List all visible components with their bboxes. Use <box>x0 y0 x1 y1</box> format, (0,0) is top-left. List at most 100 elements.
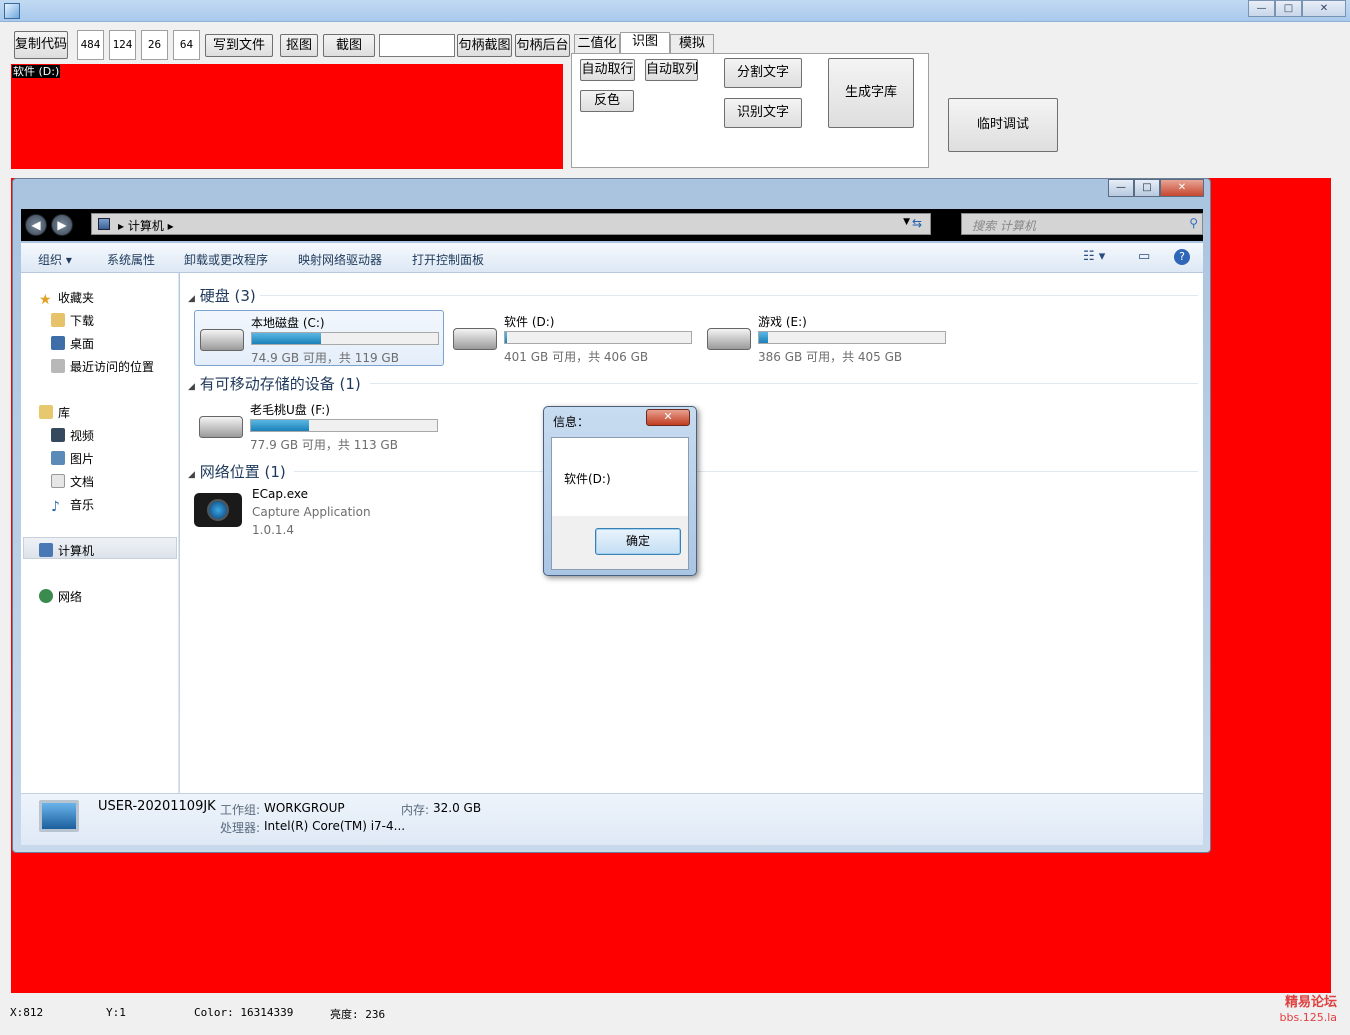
drive-f[interactable]: 老毛桃U盘 (F:) 77.9 GB 可用，共 113 GB <box>194 398 444 454</box>
nav-videos-label: 视频 <box>70 429 95 443</box>
explorer-window-controls: — □ ✕ <box>1108 179 1204 197</box>
nav-network[interactable]: 网络 <box>39 588 82 605</box>
hard-drive-icon <box>453 328 497 350</box>
drive-e[interactable]: 游戏 (E:) 386 GB 可用，共 405 GB <box>702 310 952 366</box>
star-icon: ★ <box>39 292 52 308</box>
width-field[interactable]: 26 <box>141 30 168 60</box>
preview-area: 软件 (D:) <box>11 64 563 169</box>
cmd-organize[interactable]: 组织 ▾ <box>38 251 72 268</box>
coord-x-field[interactable]: 484 <box>77 30 104 60</box>
preview-label: 软件 (D:) <box>12 65 61 78</box>
maximize-button[interactable]: □ <box>1275 0 1302 17</box>
cmd-uninstall[interactable]: 卸载或更改程序 <box>184 251 268 268</box>
collapse-icon[interactable]: ◢ <box>188 294 195 304</box>
invert-button[interactable]: 反色 <box>580 90 634 112</box>
recognize-text-button[interactable]: 识别文字 <box>724 98 802 128</box>
cutout-button[interactable]: 抠图 <box>280 34 318 57</box>
copy-code-button[interactable]: 复制代码 <box>14 31 68 59</box>
video-icon <box>51 428 65 442</box>
close-button[interactable]: ✕ <box>1302 0 1346 17</box>
handle-screenshot-button[interactable]: 句柄截图 <box>457 34 512 57</box>
help-icon[interactable]: ? <box>1174 249 1190 265</box>
search-icon[interactable]: ⚲ <box>1189 216 1198 230</box>
app-name: ECap.exe <box>252 487 309 501</box>
explorer-minimize-button[interactable]: — <box>1108 179 1134 197</box>
divider <box>294 471 1198 472</box>
search-box[interactable]: 搜索 计算机 ⚲ <box>961 213 1203 235</box>
view-options-icon[interactable]: ☷ ▾ <box>1083 249 1105 264</box>
address-bar[interactable]: ▸ 计算机 ▸ ▼ ⇆ <box>91 213 931 235</box>
drive-d-name: 软件 (D:) <box>504 315 555 329</box>
ok-button[interactable]: 确定 <box>595 528 681 555</box>
drive-d[interactable]: 软件 (D:) 401 GB 可用，共 406 GB <box>448 310 698 366</box>
nav-network-label: 网络 <box>58 590 83 604</box>
cmd-system-properties[interactable]: 系统属性 <box>107 251 155 268</box>
drive-c[interactable]: 本地磁盘 (C:) 74.9 GB 可用，共 119 GB <box>194 310 444 366</box>
nav-recent[interactable]: 最近访问的位置 <box>51 358 154 375</box>
preview-pane-icon[interactable]: ▭ <box>1138 249 1150 264</box>
network-icon <box>39 589 53 603</box>
generate-font-button[interactable]: 生成字库 <box>828 58 914 128</box>
watermark-line2: bbs.125.la <box>1279 1011 1337 1024</box>
group-removable-label: 有可移动存储的设备 (1) <box>199 375 361 393</box>
refresh-icon[interactable]: ⇆ <box>912 216 928 232</box>
group-header-removable[interactable]: ◢ 有可移动存储的设备 (1) <box>188 373 361 394</box>
handle-background-button[interactable]: 句柄后台 <box>515 34 570 57</box>
drive-e-name: 游戏 (E:) <box>758 315 807 329</box>
dialog-close-button[interactable]: ✕ <box>646 409 690 426</box>
nav-pictures[interactable]: 图片 <box>51 450 94 467</box>
title-bar: — □ ✕ <box>0 0 1350 22</box>
status-brightness: 亮度: 236 <box>330 1008 386 1021</box>
details-pane: USER-20201109JK 工作组: WORKGROUP 内存: 32.0 … <box>21 793 1203 845</box>
collapse-icon[interactable]: ◢ <box>188 382 195 392</box>
tab-simulate[interactable]: 模拟 <box>670 34 714 54</box>
drive-c-name: 本地磁盘 (C:) <box>251 316 325 330</box>
divider <box>260 295 1198 296</box>
chevron-down-icon[interactable]: ▼ <box>903 217 910 227</box>
breadcrumb[interactable]: ▸ 计算机 ▸ <box>118 217 174 234</box>
documents-icon <box>51 474 65 488</box>
cmd-control-panel[interactable]: 打开控制面板 <box>412 251 484 268</box>
minimize-button[interactable]: — <box>1248 0 1275 17</box>
nav-music[interactable]: ♪ 音乐 <box>51 496 94 515</box>
cmd-map-drive[interactable]: 映射网络驱动器 <box>298 251 382 268</box>
forward-icon[interactable]: ▶ <box>51 214 73 236</box>
nav-videos[interactable]: 视频 <box>51 427 94 444</box>
handle-input[interactable] <box>379 34 455 57</box>
explorer-maximize-button[interactable]: □ <box>1134 179 1160 197</box>
nav-computer[interactable]: 计算机 <box>39 542 94 559</box>
nav-libraries[interactable]: 库 <box>39 404 70 421</box>
temp-debug-button[interactable]: 临时调试 <box>948 98 1058 152</box>
computer-name: USER-20201109JK <box>98 799 216 814</box>
nav-documents[interactable]: 文档 <box>51 473 94 490</box>
nav-favorites[interactable]: ★ 收藏夹 <box>39 289 94 308</box>
collapse-icon[interactable]: ◢ <box>188 470 195 480</box>
height-field[interactable]: 64 <box>173 30 200 60</box>
app-window: — □ ✕ 复制代码 484 124 26 64 写到文件 抠图 截图 句柄截图… <box>0 0 1350 1035</box>
group-header-network[interactable]: ◢ 网络位置 (1) <box>188 461 286 482</box>
breadcrumb-computer[interactable]: 计算机 <box>128 219 164 233</box>
drive-c-usage-fill <box>252 333 321 344</box>
window-controls: — □ ✕ <box>1248 0 1346 17</box>
auto-row-button[interactable]: 自动取行 <box>580 59 635 81</box>
write-file-button[interactable]: 写到文件 <box>205 34 273 57</box>
auto-col-button[interactable]: 自动取列 <box>645 59 698 81</box>
recognize-panel: 自动取行 自动取列 反色 分割文字 识别文字 生成字库 <box>571 53 929 168</box>
drive-e-usage-fill <box>759 332 769 343</box>
tab-binarize[interactable]: 二值化 <box>574 34 620 54</box>
nav-downloads[interactable]: 下载 <box>51 312 94 329</box>
screenshot-button[interactable]: 截图 <box>323 34 375 57</box>
back-icon[interactable]: ◀ <box>25 214 47 236</box>
command-bar: 组织 ▾ 系统属性 卸载或更改程序 映射网络驱动器 打开控制面板 ☷ ▾ ▭ ? <box>21 243 1203 273</box>
pictures-icon <box>51 451 65 465</box>
split-text-button[interactable]: 分割文字 <box>724 58 802 88</box>
coord-y-field[interactable]: 124 <box>109 30 136 60</box>
group-header-hdd[interactable]: ◢ 硬盘 (3) <box>188 285 256 306</box>
watermark-line1: 精易论坛 <box>1284 995 1337 1010</box>
explorer-close-button[interactable]: ✕ <box>1160 179 1204 197</box>
nav-desktop[interactable]: 桌面 <box>51 335 94 352</box>
navigation-pane: ★ 收藏夹 下载 桌面 最近访问的位置 库 视频 图片 文档 ♪ 音乐 计算机 网络 <box>21 273 179 793</box>
computer-icon <box>39 543 53 557</box>
tab-recognize[interactable]: 识图 <box>620 32 670 54</box>
memory-value: 32.0 GB <box>433 801 482 815</box>
